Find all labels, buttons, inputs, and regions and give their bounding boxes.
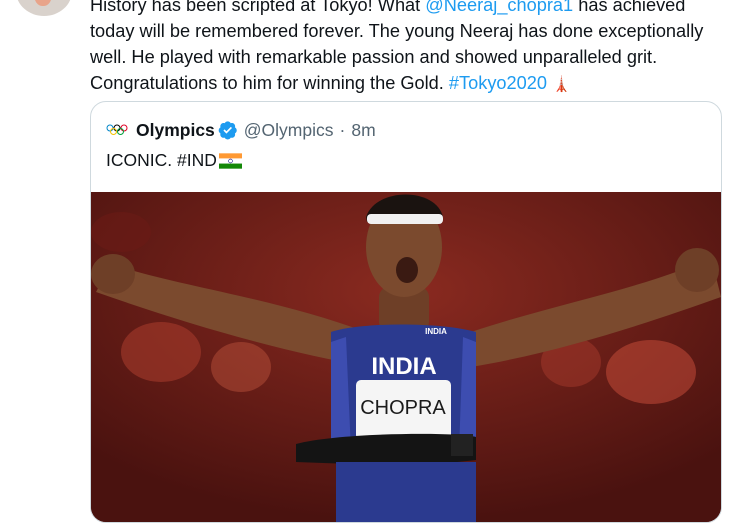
quoted-tweet[interactable]: Olympics @Olympics · 8m ICONIC. #IND IND… (90, 101, 722, 523)
author-avatar[interactable] (16, 0, 72, 16)
athlete-photo[interactable]: INDIA INDIA CHOPRA (91, 192, 721, 522)
quoted-author-name[interactable]: Olympics (136, 120, 215, 141)
india-flag-icon (218, 152, 242, 169)
quoted-timestamp[interactable]: 8m (351, 120, 375, 141)
bib-text: CHOPRA (360, 397, 446, 419)
hashtag-link[interactable]: #Tokyo2020 (449, 73, 547, 93)
mention-link[interactable]: @Neeraj_chopra1 (425, 0, 573, 15)
quoted-tweet-header: Olympics @Olympics · 8m (106, 119, 376, 141)
quoted-author-handle[interactable]: @Olympics (244, 120, 334, 141)
chest-label: INDIA (425, 327, 447, 336)
tweet-text: History has been scripted at Tokyo! What… (90, 0, 730, 98)
olympic-rings-icon (106, 124, 128, 135)
tokyo-tower-icon: 🗼 (552, 76, 571, 93)
separator-dot: · (339, 119, 346, 140)
quoted-text: ICONIC. #IND (106, 150, 242, 171)
vest-lettering: INDIA (371, 353, 436, 380)
verified-badge-icon (218, 121, 237, 140)
